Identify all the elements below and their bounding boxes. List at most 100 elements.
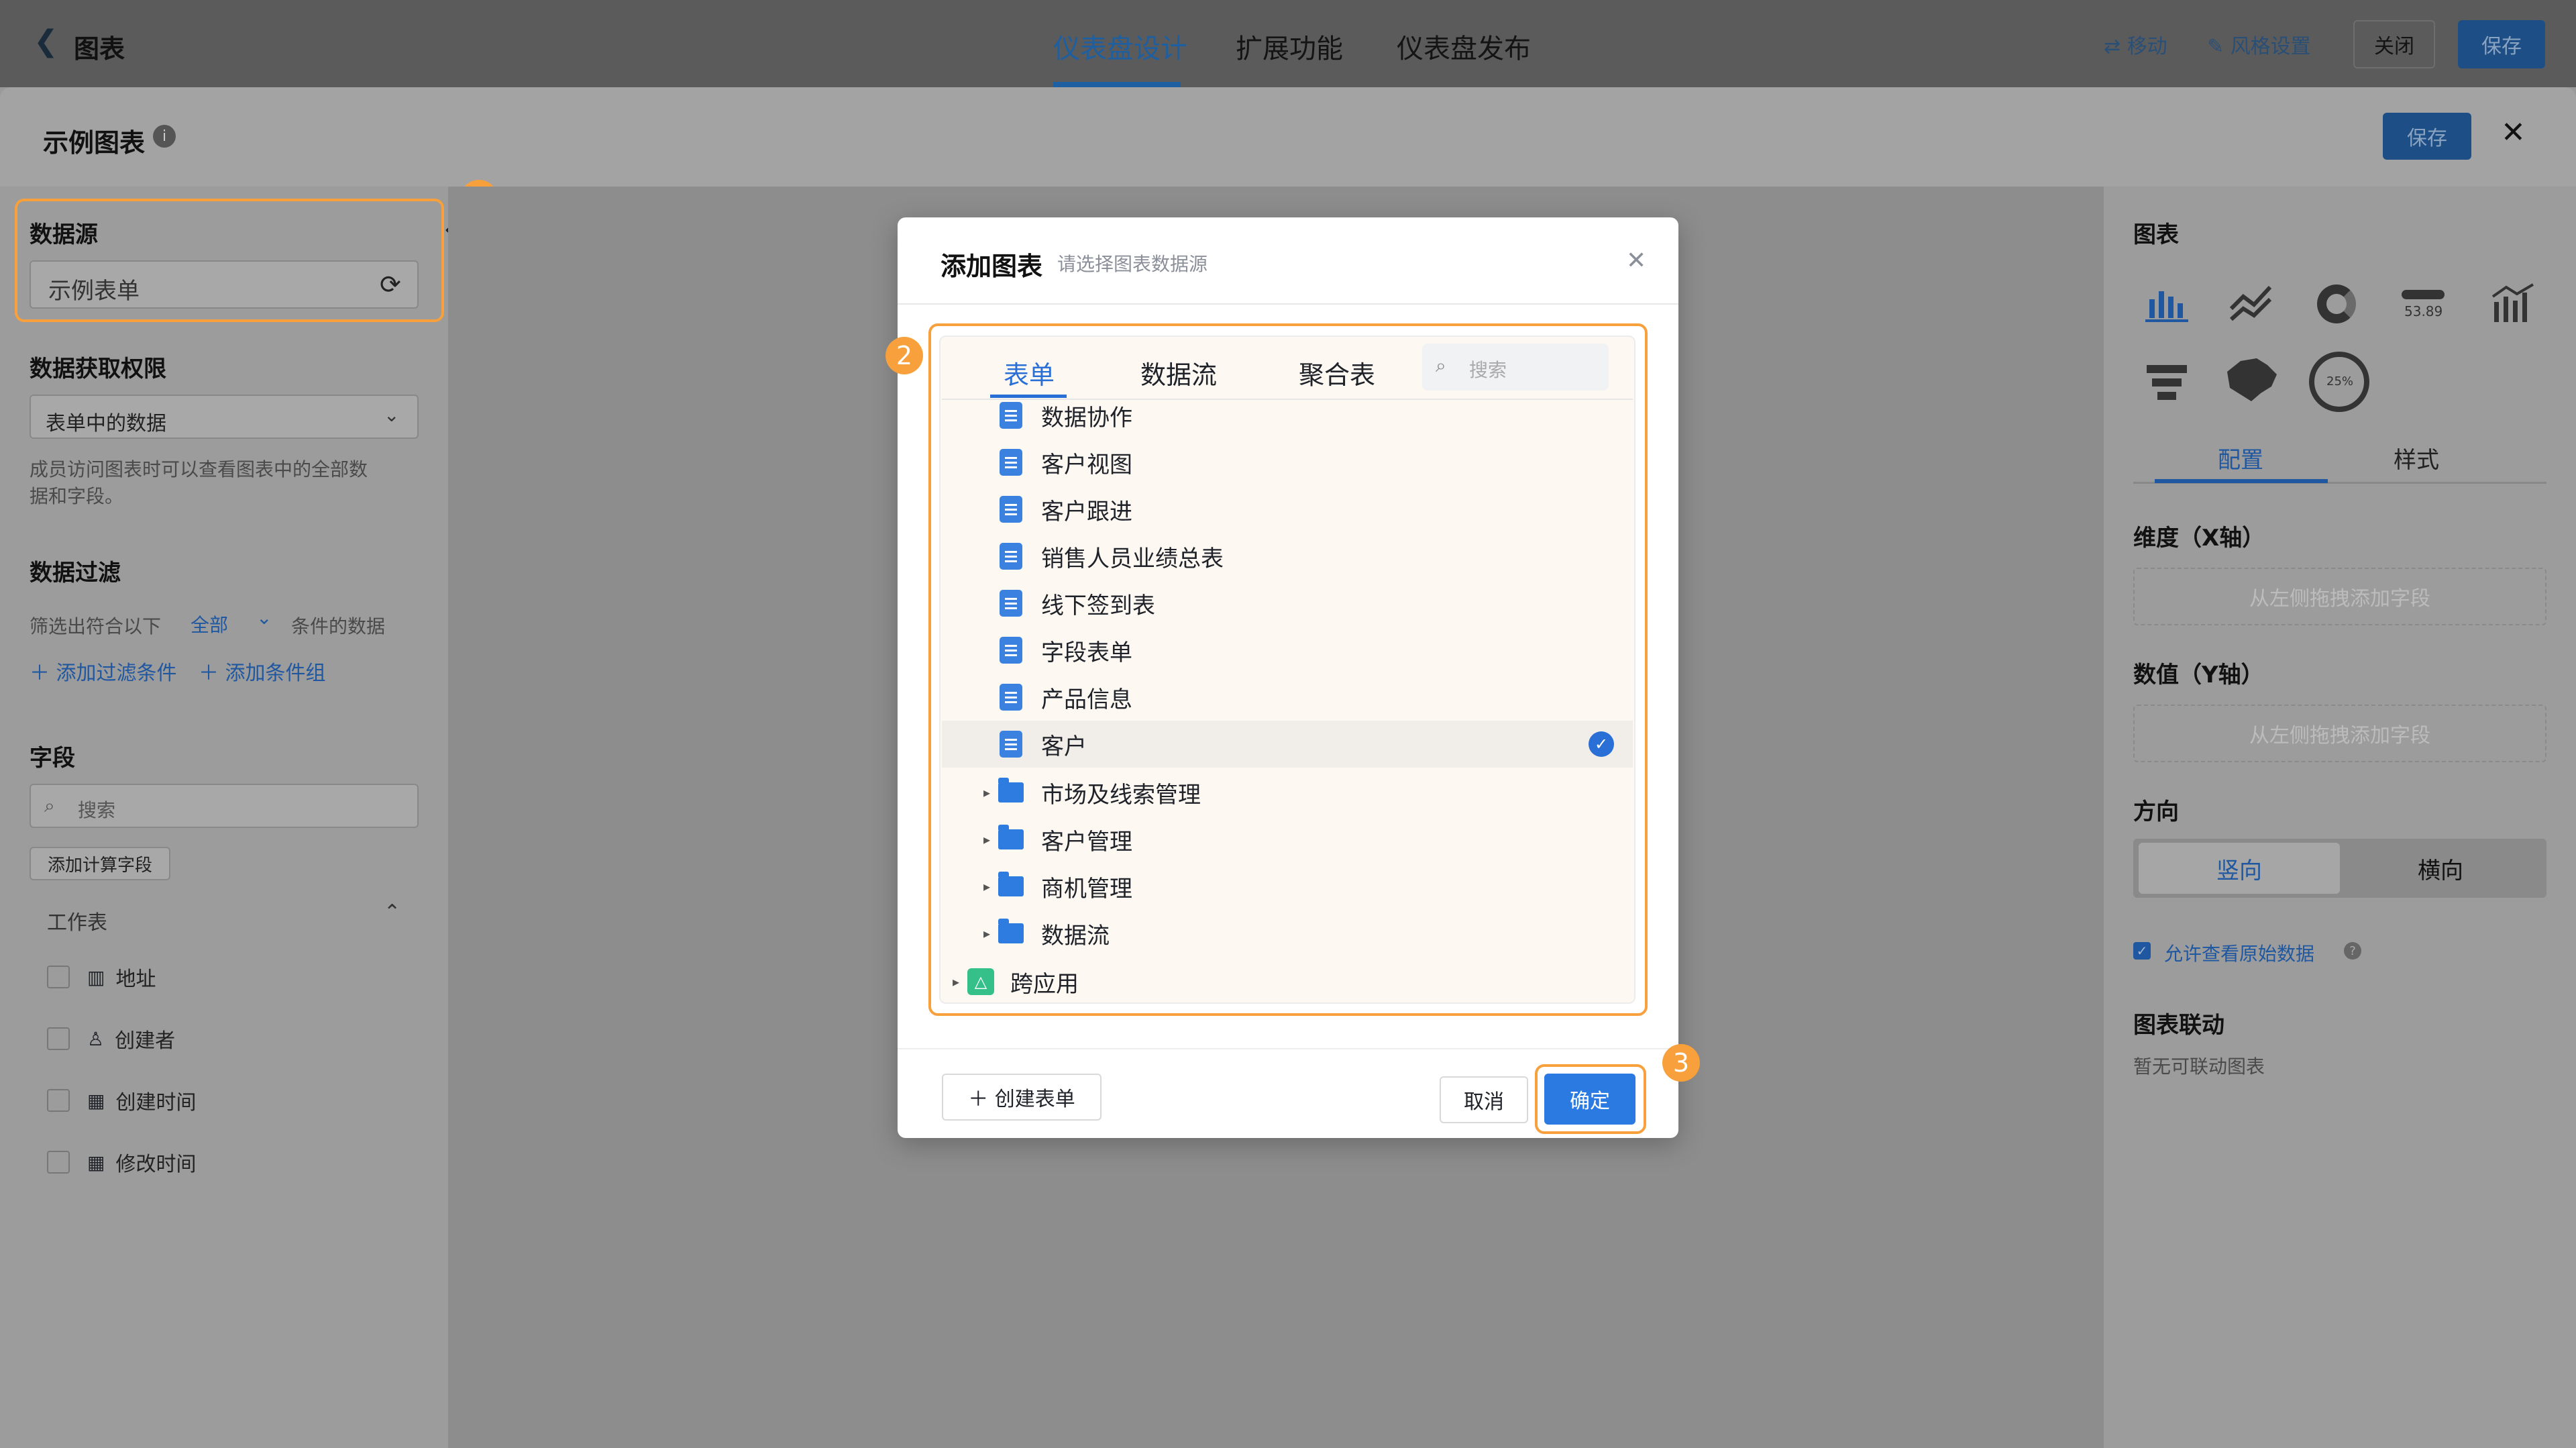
caret-right-icon[interactable]: ▸	[975, 925, 998, 941]
datasource-selector[interactable]: 示例表单 ⟳	[30, 260, 419, 309]
list-item[interactable]: 产品信息	[942, 674, 1633, 721]
folder-icon	[998, 825, 1024, 849]
list-item[interactable]: 客户跟进	[942, 486, 1633, 533]
list-item[interactable]: 字段表单	[942, 627, 1633, 674]
tab-style[interactable]: 样式	[2394, 442, 2439, 474]
user-icon: ♙	[87, 1027, 105, 1050]
chevron-up-icon[interactable]: ⌃	[384, 900, 400, 924]
direction-vertical-option[interactable]: 竖向	[2139, 843, 2340, 894]
fields-label: 字段	[30, 745, 75, 772]
create-form-button[interactable]: ＋ 创建表单	[942, 1074, 1102, 1121]
dimension-label: 维度（X轴）	[2133, 525, 2265, 552]
funnel-chart-icon[interactable]	[2147, 365, 2187, 401]
field-item[interactable]: ▦ 修改时间	[47, 1147, 196, 1177]
filter-prefix: 筛选出符合以下	[30, 615, 162, 637]
permission-desc-1: 成员访问图表时可以查看图表中的全部数	[30, 458, 368, 480]
cross-app-item[interactable]: ▸ △ 跨应用	[945, 958, 1635, 1005]
tab-dataflow[interactable]: 数据流	[1140, 354, 1217, 391]
modal-title: 添加图表	[941, 252, 1043, 281]
confirm-button[interactable]: 确定	[1544, 1074, 1635, 1125]
checkbox[interactable]	[47, 966, 70, 988]
list-item[interactable]: 数据协作	[942, 392, 1633, 439]
checkbox[interactable]	[47, 1151, 70, 1174]
folder-icon	[998, 919, 1024, 943]
help-icon[interactable]: ?	[2344, 942, 2361, 960]
progress-ring-icon[interactable]: 25%	[2309, 352, 2369, 412]
info-icon[interactable]: i	[153, 125, 176, 148]
list-item[interactable]: 客户视图	[942, 439, 1633, 486]
save-button[interactable]: 保存	[2458, 20, 2545, 68]
bar-chart-icon[interactable]	[2145, 282, 2188, 322]
allow-raw-data-label: 允许查看原始数据	[2164, 943, 2315, 965]
form-icon	[1000, 684, 1022, 711]
style-settings-button[interactable]: ✎ 风格设置	[2207, 30, 2311, 59]
field-item[interactable]: ▥ 地址	[47, 962, 156, 992]
combo-chart-icon[interactable]	[2491, 282, 2534, 322]
building-icon: ▥	[87, 966, 105, 988]
page-title: 图表	[74, 34, 125, 64]
search-icon: ⌕	[1436, 354, 1446, 376]
editor-save-button[interactable]: 保存	[2383, 113, 2471, 160]
direction-label: 方向	[2133, 798, 2179, 825]
field-item[interactable]: ▦ 创建时间	[47, 1086, 196, 1115]
caret-right-icon[interactable]: ▸	[945, 974, 967, 990]
field-item[interactable]: ♙ 创建者	[47, 1024, 175, 1053]
allow-raw-data-checkbox[interactable]: ✓	[2133, 942, 2151, 960]
chart-type-label: 图表	[2133, 221, 2179, 248]
folder-item[interactable]: ▸ 商机管理	[942, 863, 1633, 910]
cancel-button[interactable]: 取消	[1440, 1076, 1528, 1123]
tab-dashboard-design[interactable]: 仪表盘设计	[1053, 27, 1187, 66]
cross-app-icon: △	[967, 968, 994, 995]
value-drop-zone[interactable]: 从左侧拖拽添加字段	[2133, 705, 2546, 762]
form-icon	[1000, 590, 1022, 617]
calendar-icon: ▦	[87, 1151, 105, 1174]
add-filter-button[interactable]: ＋ 添加过滤条件	[30, 656, 177, 686]
list-item[interactable]: 销售人员业绩总表	[942, 533, 1633, 580]
field-search-input[interactable]: ⌕ 搜索	[30, 784, 419, 828]
permission-desc-2: 据和字段。	[30, 485, 124, 507]
close-icon[interactable]: ✕	[1626, 247, 1646, 274]
move-button[interactable]: ⇄ 移动	[2104, 30, 2167, 59]
tab-aggregate[interactable]: 聚合表	[1299, 354, 1375, 391]
tab-config[interactable]: 配置	[2218, 442, 2263, 474]
folder-icon	[998, 778, 1024, 803]
checkbox[interactable]	[47, 1089, 70, 1112]
folder-item[interactable]: ▸ 客户管理	[942, 816, 1633, 863]
filter-scope-select[interactable]: 全部	[191, 611, 228, 637]
caret-right-icon[interactable]: ▸	[975, 878, 998, 894]
form-icon	[1000, 731, 1022, 758]
caret-right-icon[interactable]: ▸	[975, 831, 998, 847]
refresh-icon[interactable]: ⟳	[380, 270, 401, 299]
checkbox[interactable]	[47, 1027, 70, 1050]
permission-select[interactable]: 表单中的数据 ⌄	[30, 395, 419, 439]
close-icon[interactable]: ✕	[2501, 115, 2526, 150]
caret-right-icon[interactable]: ▸	[975, 784, 998, 800]
gauge-value: 53.89	[2404, 303, 2443, 319]
map-chart-icon[interactable]	[2220, 352, 2282, 412]
list-item-selected[interactable]: 客户 ✓	[942, 721, 1633, 768]
folder-item[interactable]: ▸ 数据流	[942, 910, 1633, 957]
add-condition-group-button[interactable]: ＋ 添加条件组	[199, 656, 326, 686]
folder-item[interactable]: ▸ 市场及线索管理	[942, 769, 1633, 816]
form-icon	[1000, 496, 1022, 523]
line-chart-icon[interactable]	[2229, 282, 2273, 322]
add-calculated-field-button[interactable]: 添加计算字段	[30, 847, 170, 880]
form-icon	[1000, 543, 1022, 570]
datasource-label: 数据源	[30, 221, 98, 248]
direction-horizontal-option[interactable]: 横向	[2340, 843, 2541, 894]
permission-label: 数据获取权限	[30, 356, 166, 382]
list-item[interactable]: 线下签到表	[942, 580, 1633, 627]
tab-dashboard-publish[interactable]: 仪表盘发布	[1397, 27, 1531, 66]
check-icon: ✓	[1589, 731, 1614, 757]
chevron-down-icon: ⌄	[384, 404, 400, 426]
chevron-down-icon[interactable]: ⌄	[256, 607, 272, 629]
tab-extensions[interactable]: 扩展功能	[1236, 27, 1343, 66]
permission-value: 表单中的数据	[46, 412, 166, 435]
tab-forms[interactable]: 表单	[1004, 354, 1055, 391]
close-button[interactable]: 关闭	[2353, 20, 2435, 68]
gauge-chart-icon[interactable]	[2402, 290, 2445, 299]
donut-chart-icon[interactable]	[2317, 285, 2356, 323]
source-search-input[interactable]: ⌕ 搜索	[1422, 344, 1609, 391]
chevron-left-icon[interactable]: ❮	[34, 24, 58, 58]
dimension-drop-zone[interactable]: 从左侧拖拽添加字段	[2133, 568, 2546, 625]
